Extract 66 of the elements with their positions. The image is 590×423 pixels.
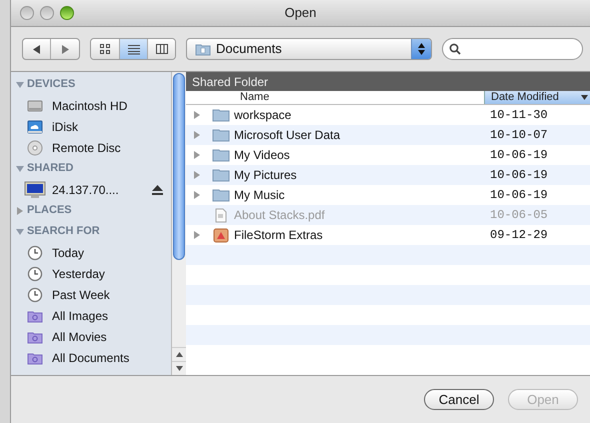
hard-drive-icon [27, 98, 43, 114]
file-row[interactable]: Microsoft User Data 10-10-07 [186, 125, 590, 145]
folder-title-bar: Shared Folder [186, 72, 590, 91]
monitor-icon [24, 180, 46, 198]
folder-icon [212, 108, 230, 122]
disclosure-closed-icon[interactable] [193, 131, 201, 139]
view-mode-button[interactable] [119, 39, 147, 59]
sidebar-item[interactable]: All Movies [11, 326, 171, 347]
sidebar-scrollbar[interactable] [171, 72, 186, 375]
scroll-down-icon[interactable] [176, 366, 182, 371]
sidebar-heading: SEARCH FOR [27, 224, 100, 240]
search-icon [449, 43, 461, 55]
disclosure-closed-icon[interactable] [16, 206, 24, 214]
folder-icon [212, 168, 230, 182]
list-icon [126, 43, 140, 55]
clock-icon [27, 286, 43, 302]
sidebar-heading: SHARED [27, 161, 74, 176]
clock-icon [27, 266, 43, 282]
folder-icon [195, 42, 211, 56]
disclosure-closed-icon[interactable] [193, 111, 201, 119]
view-mode-button[interactable] [91, 39, 119, 59]
search-field[interactable] [442, 38, 583, 60]
sidebar-item[interactable]: 24.137.70.... [11, 179, 171, 200]
left-arrow-icon [32, 44, 40, 54]
grid-icon [99, 43, 111, 55]
window-title: Open [284, 4, 316, 22]
sidebar-item[interactable]: Past Week [11, 284, 171, 305]
disc-icon [27, 140, 43, 156]
scroll-thumb[interactable] [173, 73, 185, 260]
sidebar-item[interactable]: All Images [11, 305, 171, 326]
clock-icon [27, 244, 43, 260]
minimize-button[interactable] [40, 6, 54, 20]
disclosure-closed-icon[interactable] [193, 191, 201, 199]
dialog-button[interactable]: Cancel [424, 389, 494, 410]
view-mode-button[interactable] [147, 39, 175, 59]
scroll-up-icon[interactable] [176, 352, 182, 357]
sidebar-item[interactable]: Remote Disc [11, 137, 171, 158]
app-folder-icon [213, 228, 229, 242]
sidebar-item[interactable]: Yesterday [11, 263, 171, 284]
column-header[interactable]: Date Modified [484, 91, 590, 104]
column-header[interactable]: Name [186, 91, 484, 104]
file-row[interactable]: My Pictures 10-06-19 [186, 165, 590, 185]
disclosure-open-icon[interactable] [16, 164, 24, 172]
disclosure-closed-icon[interactable] [193, 151, 201, 159]
sidebar-heading: DEVICES [27, 77, 76, 92]
columns-icon [154, 43, 168, 55]
disclosure-closed-icon[interactable] [193, 171, 201, 179]
sidebar-heading: PLACES [27, 203, 72, 218]
close-button[interactable] [20, 6, 34, 20]
right-arrow-icon [61, 44, 69, 54]
zoom-button[interactable] [60, 6, 74, 20]
sidebar-item[interactable]: Today [11, 242, 171, 263]
folder-icon [212, 128, 230, 142]
folder-icon [212, 188, 230, 202]
location-popup[interactable]: Documents [186, 38, 432, 60]
disclosure-closed-icon[interactable] [193, 231, 201, 239]
stepper-icon [418, 43, 425, 55]
sidebar-item[interactable]: iDisk [11, 116, 171, 137]
sidebar-item[interactable]: All Documents [11, 347, 171, 368]
disclosure-open-icon[interactable] [16, 228, 24, 236]
document-icon [215, 208, 227, 222]
folder-icon [212, 148, 230, 162]
sort-arrow-icon[interactable] [581, 95, 588, 100]
eject-icon[interactable] [152, 184, 163, 194]
sidebar-item[interactable]: Macintosh HD [11, 95, 171, 116]
disclosure-open-icon[interactable] [16, 80, 24, 88]
